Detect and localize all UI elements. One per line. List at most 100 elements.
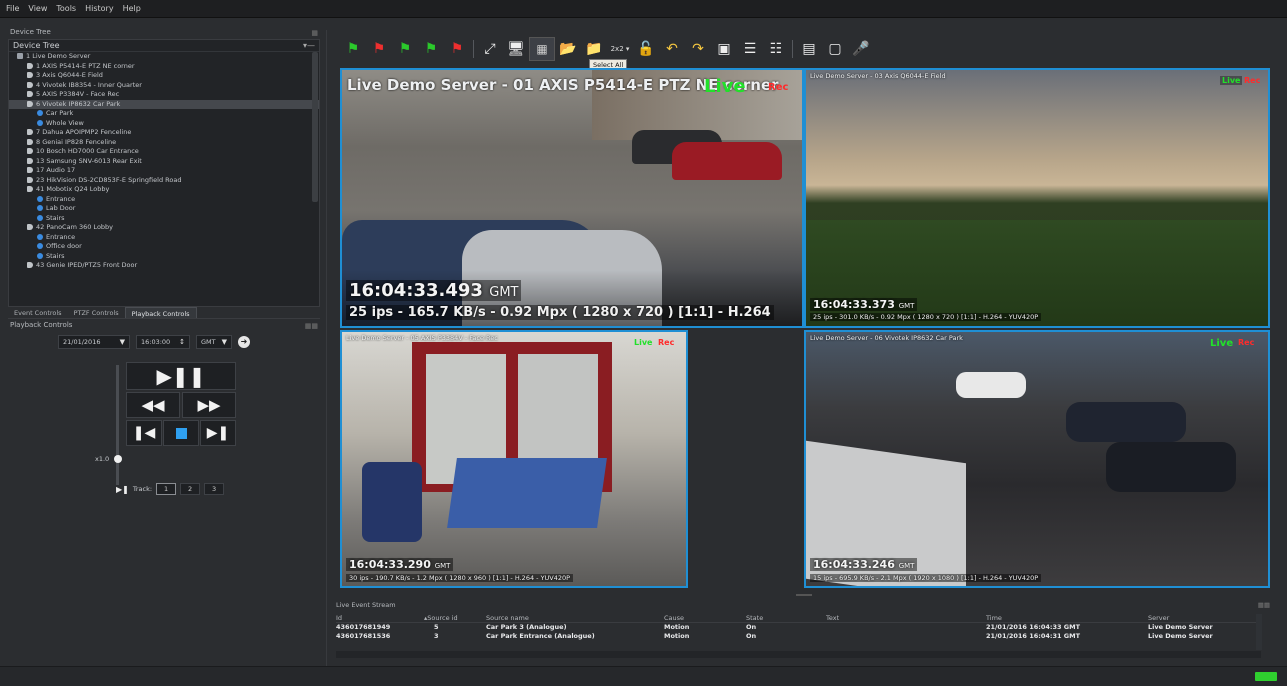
video-tile-4[interactable]: Live Demo Server - 06 Vivotek IP8632 Car… [804,330,1270,588]
skip-start-button[interactable]: ❚◀ [126,420,162,446]
rec-badge: Rec [658,338,675,347]
time-field[interactable]: 16:03:00 ↕ [136,335,190,349]
flag-red-icon[interactable]: ⚑ [366,37,392,61]
folder-icon[interactable]: 📁 [581,37,607,61]
tab-playback-controls[interactable]: Playback Controls [124,307,197,318]
tree-item[interactable]: 41 Mobotix Q24 Lobby [9,185,319,195]
layout-select[interactable]: 2x2 ▾ [607,45,633,53]
table-row[interactable]: 436017681949 5 Car Park 3 (Analogue) Mot… [336,623,1261,632]
tree-item[interactable]: Stairs [9,252,319,262]
tree-item[interactable]: 3 Axis Q6044-E Field [9,71,319,81]
tree-item[interactable]: Entrance [9,195,319,205]
dialog-icon[interactable]: ▤ [796,37,822,61]
tree-item[interactable]: Entrance [9,233,319,243]
tree-item[interactable]: 6 Vivotek IP8632 Car Park [9,99,319,109]
event-vscrollbar[interactable] [1256,614,1262,650]
tree-item-label: 4 Vivotek IB8354 - Inner Quarter [36,80,142,89]
redo-icon[interactable]: ↷ [685,37,711,61]
date-field[interactable]: 21/01/2016 ▼ [58,335,130,349]
table-row[interactable]: 436017681536 3 Car Park Entrance (Analog… [336,632,1261,641]
playback-float-icon[interactable]: ▦▦ [305,321,318,332]
menu-view[interactable]: View [28,4,47,13]
video-tile-2[interactable]: Live Demo Server - 03 Axis Q6044-E Field… [804,68,1270,328]
tree-item[interactable]: 8 Geniai IP828 Fenceline [9,138,319,148]
step-icon[interactable]: ▶❚ [116,485,129,494]
tree-item[interactable]: Whole View [9,119,319,129]
select-all-icon[interactable]: ▦ [529,37,555,61]
time-spin-icon[interactable]: ↕ [179,336,185,348]
control-tabs: Event Controls PTZF Controls Playback Co… [8,307,320,319]
date-dropdown-icon[interactable]: ▼ [120,336,125,348]
tree-item[interactable]: Office door [9,242,319,252]
col-server[interactable]: Server [1148,614,1169,623]
play-pause-button[interactable]: ▶❚❚ [126,362,236,390]
cell-source-name: Car Park Entrance (Analogue) [486,632,595,640]
fullscreen-icon[interactable]: ⤢ [477,37,503,61]
flag-all-icon[interactable]: ⚑ [392,37,418,61]
settings-panel-icon[interactable]: ☷ [763,37,789,61]
fast-forward-button[interactable]: ▶▶ [182,392,236,418]
rewind-button[interactable]: ◀◀ [126,392,180,418]
lock-icon[interactable]: 🔓 [633,37,659,61]
track-1-button[interactable]: 1 [156,483,177,495]
menu-history[interactable]: History [85,4,113,13]
tree-item[interactable]: 42 PanoCam 360 Lobby [9,223,319,233]
col-source-id[interactable]: ▴ Source id [424,614,458,623]
speed-slider-track[interactable] [116,365,119,485]
panel-float-icon[interactable]: ▦ [311,28,318,39]
tab-event-controls[interactable]: Event Controls [8,307,68,318]
tree-item[interactable]: 4 Vivotek IB8354 - Inner Quarter [9,81,319,91]
event-hscrollbar[interactable] [336,651,1261,658]
menu-tools[interactable]: Tools [56,4,76,13]
tree-item[interactable]: 10 Bosch HD7000 Car Entrance [9,147,319,157]
tree-item[interactable]: 1 Live Demo Server [9,52,319,62]
tree-item[interactable]: Car Park [9,109,319,119]
go-to-time-icon[interactable]: ➜ [238,336,250,348]
tab-ptzf-controls[interactable]: PTZF Controls [68,307,125,318]
undo-icon[interactable]: ↶ [659,37,685,61]
pane-splitter[interactable] [326,30,327,670]
tree-item[interactable]: 7 Dahua APOIPMP2 Fenceline [9,128,319,138]
flag-green-icon[interactable]: ⚑ [340,37,366,61]
flag-red-next-icon[interactable]: ⚑ [444,37,470,61]
col-text[interactable]: Text [826,614,839,623]
track-3-button[interactable]: 3 [204,483,225,495]
col-source-name[interactable]: Source name [486,614,529,623]
tree-item[interactable]: 5 AXIS P3384V - Face Rec [9,90,319,100]
window-icon[interactable]: ▢ [822,37,848,61]
stop-button[interactable] [163,420,199,446]
microphone-icon[interactable]: 🎤 [848,37,874,61]
skip-end-button[interactable]: ▶❚ [200,420,236,446]
tree-item[interactable]: Stairs [9,214,319,224]
monitor-icon[interactable]: 🖥 [503,37,529,61]
tree-item[interactable]: 13 Samsung SNV-6013 Rear Exit [9,157,319,167]
tree-item[interactable]: 43 Genie IPED/PTZ5 Front Door [9,261,319,271]
menu-help[interactable]: Help [123,4,141,13]
tz-dropdown-icon[interactable]: ▼ [222,336,227,348]
flag-green-next-icon[interactable]: ⚑ [418,37,444,61]
video-tile-3[interactable]: Live Demo Server - 05 AXIS P3384V - Face… [340,330,688,588]
timezone-select[interactable]: GMT ▼ [196,335,232,349]
menu-file[interactable]: File [6,4,19,13]
video-tile-1[interactable]: Live Demo Server - 01 AXIS P5414-E PTZ N… [340,68,804,328]
col-state[interactable]: State [746,614,763,623]
tree-item[interactable]: 1 AXIS P5414-E PTZ NE corner [9,62,319,72]
speed-slider-knob[interactable] [114,455,122,463]
tree-collapse-icon[interactable]: ▾— [303,40,315,52]
open-folder-icon[interactable]: 📂 [555,37,581,61]
red-car-shape [672,142,782,180]
camera-icon [27,262,33,268]
col-time[interactable]: Time [986,614,1002,623]
track-2-button[interactable]: 2 [180,483,201,495]
tree-item[interactable]: Lab Door [9,204,319,214]
tree-item[interactable]: 23 HikVision DS-2CD853F-E Springfield Ro… [9,176,319,186]
tree-item-label: Entrance [46,194,76,203]
col-id[interactable]: Id [336,614,342,623]
tree-item[interactable]: 17 Audio 17 [9,166,319,176]
event-float-icon[interactable]: ▦▦ [1258,601,1270,609]
splitter-handle[interactable] [796,594,812,596]
tree-scrollbar[interactable] [312,52,318,202]
list-icon[interactable]: ☰ [737,37,763,61]
snapshot-icon[interactable]: ▣ [711,37,737,61]
col-cause[interactable]: Cause [664,614,684,623]
